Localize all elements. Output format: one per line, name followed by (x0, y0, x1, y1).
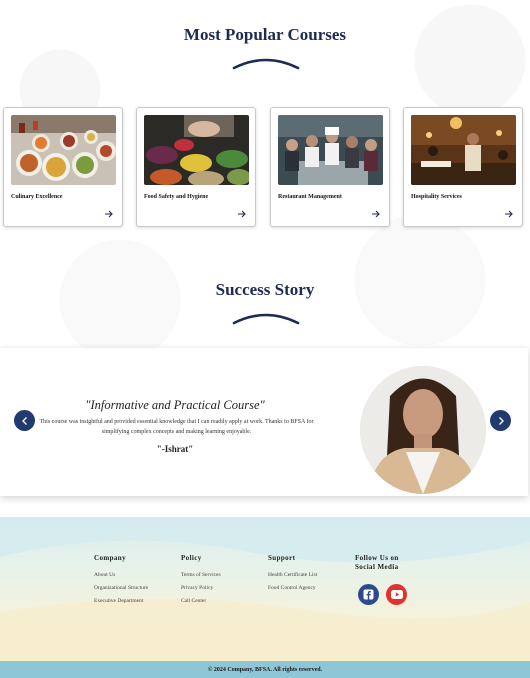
testimonial-card: "Informative and Practical Course" This … (0, 348, 528, 496)
course-name: Culinary Excellence (11, 194, 63, 200)
arrow-right-icon[interactable] (104, 209, 114, 219)
footer-link-food-control-agency[interactable]: Food Control Agency (268, 585, 317, 591)
facebook-icon (363, 589, 374, 600)
footer-support-column: Support Health Certificate List Food Con… (268, 554, 317, 598)
chevron-right-icon (498, 416, 504, 425)
course-image (411, 115, 516, 185)
copyright-bar: © 2024 Company, BFSA. All rights reserve… (0, 661, 530, 678)
success-story-title: Success Story (215, 280, 315, 299)
youtube-icon (390, 590, 403, 599)
arrow-right-icon[interactable] (371, 209, 381, 219)
next-button[interactable] (490, 410, 511, 431)
testimonial-avatar (360, 366, 486, 494)
footer-link-about-us[interactable]: About Us (94, 572, 148, 578)
footer-policy-heading: Policy (181, 554, 202, 562)
footer-link-executive-department[interactable]: Executive Department (94, 598, 148, 604)
footer-link-privacy[interactable]: Privacy Policy (181, 585, 221, 591)
footer-link-health-certificate[interactable]: Health Certificate List (268, 572, 317, 578)
quote-body: This course was insightful and provided … (39, 419, 314, 435)
footer-link-organizational-structure[interactable]: Organizational Structure (94, 585, 148, 591)
arrow-right-icon[interactable] (237, 209, 247, 219)
footer-company-column: Company About Us Organizational Structur… (94, 554, 148, 611)
course-name: Food Safety and Hygiene (144, 194, 209, 200)
footer-link-call-center[interactable]: Call Center (181, 598, 221, 604)
copyright-text: © 2024 Company, BFSA. All rights reserve… (207, 666, 323, 673)
quote-title: "Informative and Practical Course" (85, 398, 265, 412)
footer-company-heading: Company (94, 554, 126, 562)
youtube-button[interactable] (386, 584, 407, 605)
course-name: Restaurant Management (278, 194, 342, 200)
footer-support-heading: Support (268, 554, 296, 562)
previous-button[interactable] (14, 410, 35, 431)
course-card-restaurant-management[interactable]: Restaurant Management (270, 107, 390, 227)
course-card-food-safety[interactable]: Food Safety and Hygiene (136, 107, 256, 227)
popular-courses-title: Most Popular Courses (183, 25, 347, 44)
chevron-left-icon (21, 416, 27, 425)
quote-author: "-Ishrat" (156, 444, 194, 454)
footer-social-column: Follow Us on Social Media (355, 554, 415, 581)
course-image (144, 115, 249, 185)
footer-social-heading: Follow Us on Social Media (355, 554, 399, 572)
title-underline-arc (232, 58, 300, 70)
footer-link-terms[interactable]: Terms of Services (181, 572, 221, 578)
course-image (278, 115, 383, 185)
footer: Company About Us Organizational Structur… (0, 517, 530, 661)
course-card-hospitality-services[interactable]: Hospitality Services (403, 107, 523, 227)
facebook-button[interactable] (358, 584, 379, 605)
arrow-right-icon[interactable] (504, 209, 514, 219)
footer-watercolor-background (0, 517, 530, 661)
course-image (11, 115, 116, 185)
footer-policy-column: Policy Terms of Services Privacy Policy … (181, 554, 221, 611)
course-name: Hospitality Services (411, 194, 462, 200)
title-underline-arc (232, 313, 300, 325)
course-card-culinary-excellence[interactable]: Culinary Excellence (3, 107, 123, 227)
